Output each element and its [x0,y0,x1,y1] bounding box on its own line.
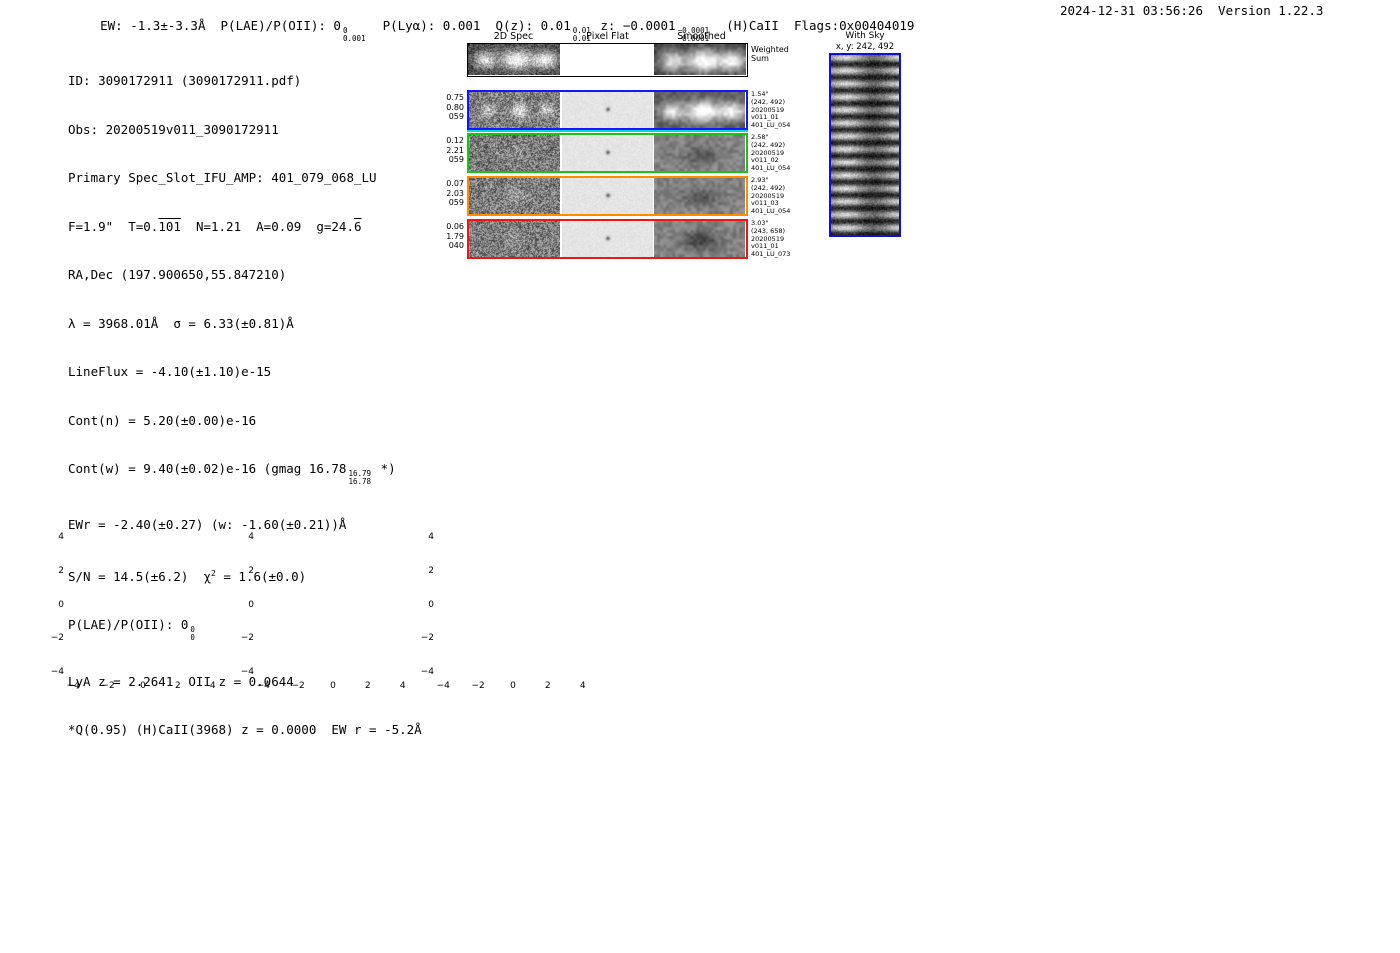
x-tick-label: −4 [253,681,273,691]
spec2d-row-left-label: 0.122.21059 [434,136,464,165]
spec2d-cell-image [654,92,745,128]
y-tick-label: −4 [232,667,254,677]
spec2d-row [467,219,748,259]
x-tick-label: 0 [323,681,343,691]
spec2d-cell-image [562,178,653,214]
info-params: F=1.9" T=0.101 N=1.21 A=0.09 g=24.6 [68,219,422,235]
spec2d-row-left-label: 0.061.79040 [434,222,464,251]
x-tick-label: −4 [63,681,83,691]
spec2d-row-right-label: 2.58"(242, 492)20200519v011_02401_LU_054 [751,134,790,173]
weighted-sum-row [467,43,748,77]
col-header-smoothed: Smoothed [655,31,748,42]
spec2d-row-right-label: 3.03"(243, 658)20200519v011_01401_LU_073 [751,220,790,259]
spec2d-row-right-label: 2.93"(242, 492)20200519v011_03401_LU_054 [751,177,790,216]
y-tick-label: 2 [232,566,254,576]
y-tick-label: 2 [42,566,64,576]
header-plae-fraction: 00.001 [343,27,366,42]
x-tick-label: 2 [168,681,188,691]
x-tick-label: 0 [503,681,523,691]
y-tick-label: −4 [412,667,434,677]
spectrum-report-page: EW: -1.3±-3.3Å P(LAE)/P(OII): 000.001 P(… [0,0,1400,953]
x-tick-label: 4 [393,681,413,691]
y-tick-label: 4 [232,532,254,542]
weighted-smoothed-image [654,44,746,75]
y-tick-label: 4 [412,532,434,542]
info-radec: RA,Dec (197.900650,55.847210) [68,267,422,283]
spec2d-cell-image [469,135,560,171]
spec2d-cell-image [654,221,745,257]
info-q: *Q(0.95) (H)CaII(3968) z = 0.0000 EW r =… [68,722,422,738]
with-sky-coords: x, y: 242, 492 [818,42,912,52]
y-tick-label: 2 [412,566,434,576]
col-header-2dspec: 2D Spec [467,31,560,42]
x-tick-label: −2 [98,681,118,691]
spec2d-cell-image [562,92,653,128]
y-tick-label: 4 [42,532,64,542]
x-tick-label: 4 [203,681,223,691]
spec2d-row [467,90,748,130]
header-timestamp: 2024-12-31 03:56:26 Version 1.22.3 [1060,3,1323,18]
x-tick-label: 2 [358,681,378,691]
info-cont-w: Cont(w) = 9.40(±0.02)e-16 (gmag 16.7816.… [68,461,422,485]
weighted-sum-label: Weighted Sum [751,45,789,63]
y-tick-label: −2 [412,633,434,643]
x-tick-label: −4 [433,681,453,691]
spec2d-row-left-label: 0.750.80059 [434,93,464,122]
y-tick-label: 0 [412,600,434,610]
header-ew: EW: -1.3±-3.3Å [100,18,220,33]
spec2d-cell-image [562,135,653,171]
x-tick-label: 0 [133,681,153,691]
info-id: ID: 3090172911 (3090172911.pdf) [68,73,422,89]
spec2d-row [467,176,748,216]
spec2d-cell-image [654,135,745,171]
info-lambda: λ = 3968.01Å σ = 6.33(±0.81)Å [68,316,422,332]
x-tick-label: 2 [538,681,558,691]
x-tick-label: 4 [573,681,593,691]
spec2d-cell-image [469,92,560,128]
info-block: ID: 3090172911 (3090172911.pdf) Obs: 202… [68,41,422,771]
y-tick-label: 0 [232,600,254,610]
info-cont-n: Cont(n) = 5.20(±0.00)e-16 [68,413,422,429]
spec2d-cell-image [469,178,560,214]
with-sky-image: Clean Image x, y: 242, 492 3920394039603… [831,55,899,235]
y-tick-label: −2 [232,633,254,643]
weighted-2dspec-image [468,44,560,75]
spec2d-row-left-label: 0.072.03059 [434,179,464,208]
cyan-divider [467,130,748,132]
info-obs: Obs: 20200519v011_3090172911 [68,122,422,138]
y-tick-label: −2 [42,633,64,643]
info-primary: Primary Spec_Slot_IFU_AMP: 401_079_068_L… [68,170,422,186]
spec2d-row [467,133,748,173]
with-sky-title: With Sky [818,31,912,41]
spec2d-cell-image [562,221,653,257]
spec2d-cell-image [654,178,745,214]
x-tick-label: −2 [468,681,488,691]
x-tick-label: −2 [288,681,308,691]
y-tick-label: 0 [42,600,64,610]
spec2d-row-right-label: 1.54"(242, 492)20200519v011_01401_LU_054 [751,91,790,130]
col-header-pixelflat: Pixel Flat [561,31,654,42]
y-tick-label: −4 [42,667,64,677]
header-plae: P(LAE)/P(OII): 0 [221,18,341,33]
spec2d-cell-image [469,221,560,257]
info-lineflux: LineFlux = -4.10(±1.10)e-15 [68,364,422,380]
